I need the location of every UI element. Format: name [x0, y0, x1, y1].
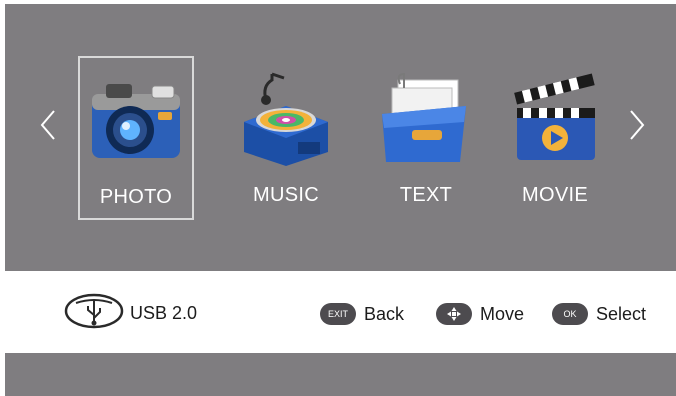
- menu-item-text[interactable]: TEXT: [368, 56, 484, 220]
- hint-select: OK Select: [552, 302, 646, 326]
- menu-item-movie[interactable]: MOVIE: [497, 56, 613, 220]
- bottom-band: [5, 353, 676, 396]
- hint-label: Back: [364, 303, 405, 324]
- document-folder-icon: [376, 70, 476, 170]
- direction-pad-icon: [436, 303, 472, 325]
- menu-item-label: MUSIC: [253, 184, 319, 206]
- menu-item-label: MOVIE: [522, 184, 588, 206]
- camera-icon: [86, 72, 186, 172]
- usb-icon: [64, 293, 124, 334]
- menu-item-label: TEXT: [399, 184, 453, 206]
- hint-move: Move: [436, 302, 524, 326]
- music-player-icon: [236, 70, 336, 170]
- usb-source-indicator: USB 2.0: [64, 293, 198, 334]
- hint-back: EXIT Back: [320, 302, 404, 326]
- chevron-left-icon[interactable]: [34, 105, 62, 145]
- source-label: USB 2.0: [130, 302, 198, 323]
- hint-label: Select: [596, 303, 647, 324]
- menu-item-photo[interactable]: PHOTO: [78, 56, 194, 220]
- chevron-right-icon[interactable]: [623, 105, 651, 145]
- ok-key-icon: OK: [552, 303, 588, 325]
- menu-item-label: PHOTO: [99, 186, 173, 208]
- exit-key-icon: EXIT: [320, 303, 356, 325]
- menu-item-music[interactable]: MUSIC: [228, 56, 344, 220]
- hint-label: Move: [480, 303, 525, 324]
- clapperboard-icon: [505, 70, 605, 170]
